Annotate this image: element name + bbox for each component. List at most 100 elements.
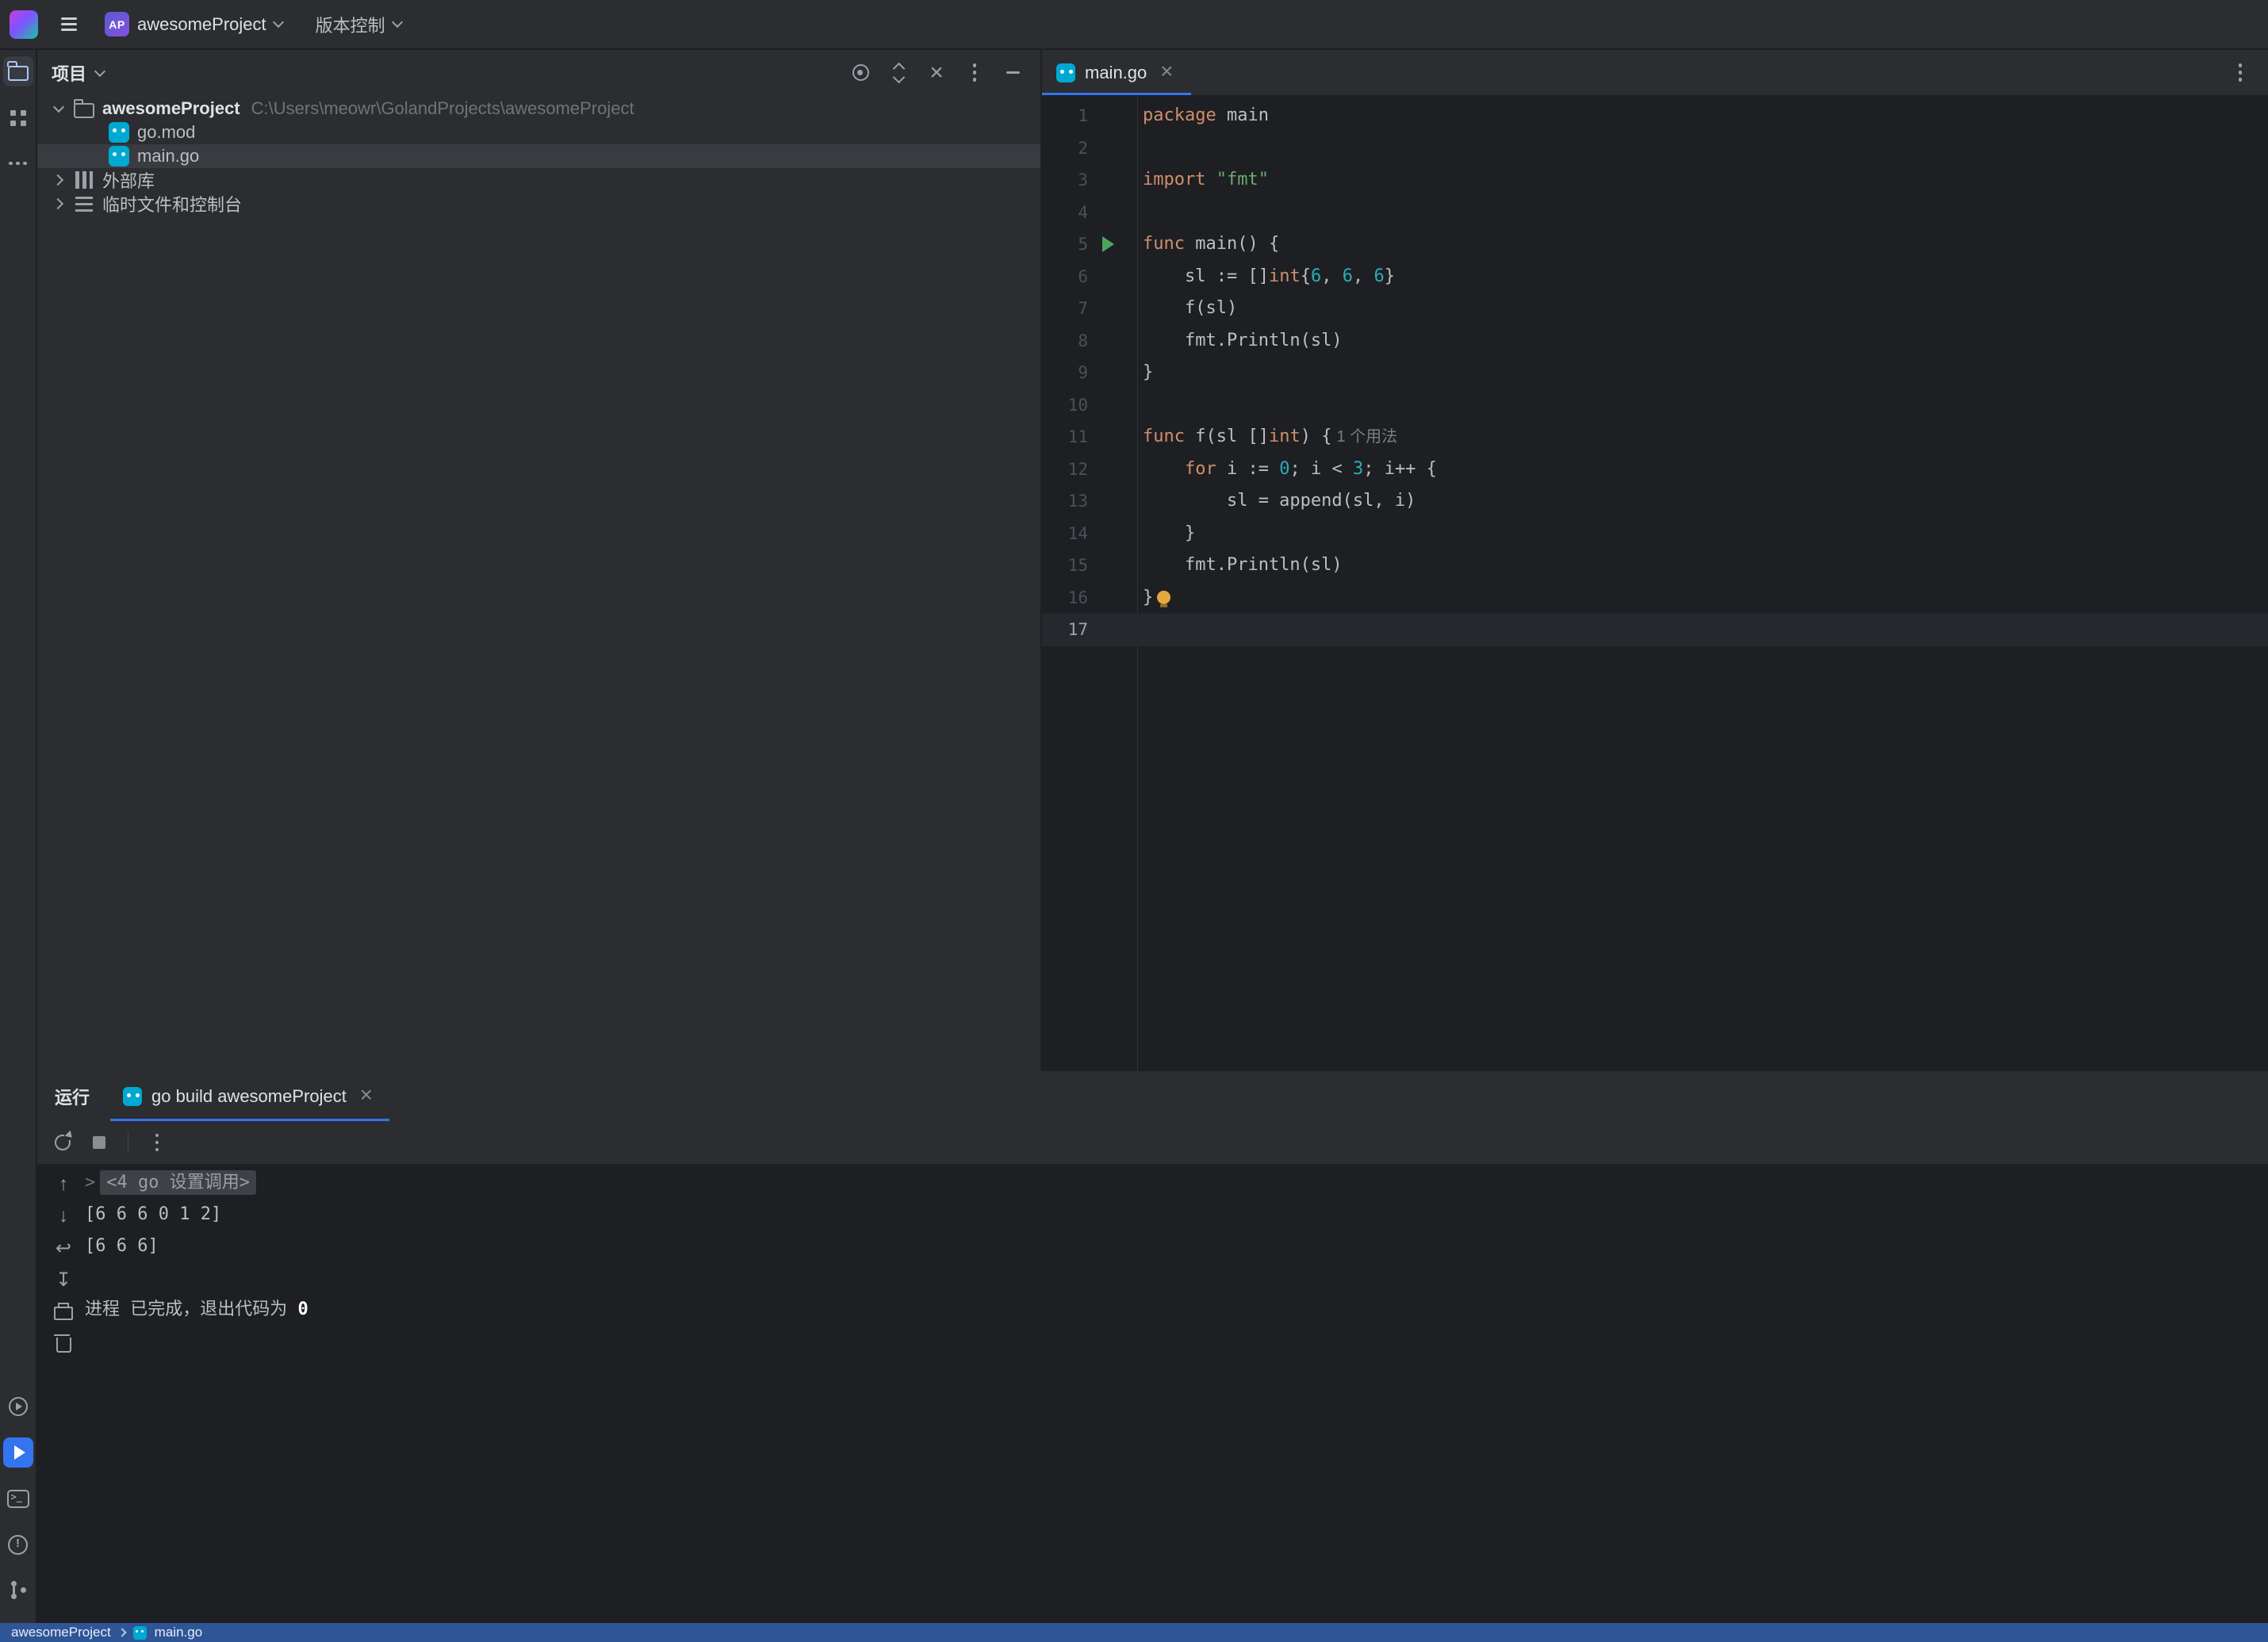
up-button[interactable] — [49, 1170, 78, 1199]
line-number[interactable]: 16 — [1042, 582, 1088, 614]
code-line: 14 } — [1042, 518, 2268, 550]
gutter-cell — [1088, 549, 1137, 582]
run-tool-button[interactable] — [3, 1437, 33, 1468]
project-panel-header-icons — [847, 59, 1026, 86]
close-icon[interactable] — [356, 1086, 377, 1107]
project-badge[interactable]: AP — [105, 12, 129, 36]
close-icon[interactable] — [1156, 63, 1177, 83]
code-text: } — [1137, 582, 1170, 614]
line-number[interactable]: 1 — [1042, 100, 1088, 132]
code-line: 8 fmt.Println(sl) — [1042, 325, 2268, 358]
chevron-down-icon[interactable] — [48, 106, 69, 111]
code-text: func main() { — [1137, 228, 1279, 261]
line-number[interactable]: 8 — [1042, 325, 1088, 358]
go-file-icon — [1056, 63, 1075, 82]
run-toolbar — [37, 1121, 2268, 1164]
stop-icon — [93, 1136, 105, 1149]
line-number[interactable]: 9 — [1042, 357, 1088, 389]
version-control-icon — [10, 1581, 27, 1600]
hide-button[interactable] — [999, 59, 1026, 86]
intention-bulb-icon[interactable] — [1157, 591, 1170, 604]
line-number[interactable]: 10 — [1042, 389, 1088, 422]
line-number[interactable]: 5 — [1042, 228, 1088, 261]
more-options-button[interactable] — [143, 1128, 171, 1157]
tree-item[interactable]: 外部库 — [37, 168, 1040, 192]
print-button[interactable] — [49, 1297, 78, 1326]
down-button[interactable] — [49, 1202, 78, 1231]
chevron-right-icon[interactable] — [48, 200, 69, 208]
code-text — [1137, 614, 1143, 646]
code-text: sl = append(sl, i) — [1137, 485, 1416, 518]
console-output[interactable]: ><4 go 设置调用>[6 6 6 0 1 2][6 6 6]进程 已完成，退… — [85, 1167, 2268, 1623]
line-number[interactable]: 11 — [1042, 421, 1088, 454]
run-panel-title[interactable]: 运行 — [37, 1071, 110, 1121]
services-tool-button[interactable] — [3, 1391, 33, 1422]
library-glyph — [75, 171, 93, 189]
more-options-button[interactable] — [961, 59, 988, 86]
hamburger-icon — [61, 23, 77, 25]
run-tab-go-build[interactable]: go build awesomeProject — [110, 1071, 389, 1121]
code-line: 6 sl := []int{6, 6, 6} — [1042, 261, 2268, 293]
line-number[interactable]: 15 — [1042, 549, 1088, 582]
run-gutter-icon[interactable] — [1102, 236, 1114, 252]
console-line: [6 6 6] — [85, 1231, 2268, 1262]
editor-pane: main.go 1package main23import "fmt"45fun… — [1042, 50, 2268, 1071]
breadcrumb-project[interactable]: awesomeProject — [11, 1625, 111, 1640]
tree-item-label: 临时文件和控制台 — [102, 191, 242, 216]
tree-item-label: main.go — [137, 146, 199, 166]
terminal-tool-button[interactable] — [3, 1483, 33, 1514]
tree-item[interactable]: go.mod — [37, 121, 1040, 144]
structure-tool-button[interactable] — [3, 102, 33, 132]
editor-code: 1package main23import "fmt"45func main()… — [1042, 100, 2268, 646]
line-number[interactable]: 13 — [1042, 485, 1088, 518]
line-number[interactable]: 17 — [1042, 614, 1088, 646]
scroll-to-end-button[interactable] — [49, 1265, 78, 1294]
line-number[interactable]: 7 — [1042, 293, 1088, 325]
more-tool-windows-tool-button[interactable] — [3, 148, 33, 178]
chevron-right-icon[interactable] — [48, 176, 69, 184]
project-panel-title[interactable]: 项目 — [52, 60, 86, 86]
editor-options-button[interactable] — [2227, 59, 2254, 86]
editor-body[interactable]: 1package main23import "fmt"45func main()… — [1042, 96, 2268, 1071]
gutter-cell — [1088, 357, 1137, 389]
gutter-cell — [1088, 293, 1137, 325]
rerun-button[interactable] — [48, 1128, 77, 1157]
breadcrumb-file[interactable]: main.go — [155, 1625, 202, 1640]
library-icon — [72, 171, 96, 189]
console-toolbar — [45, 1170, 82, 1361]
project-selector[interactable]: awesomeProject — [129, 8, 290, 41]
chevron-down-icon[interactable] — [94, 65, 105, 76]
more-options-icon — [973, 71, 977, 75]
select-opened-file-button[interactable] — [847, 59, 874, 86]
clear-button[interactable] — [49, 1329, 78, 1357]
line-number[interactable]: 4 — [1042, 197, 1088, 229]
project-tool-button[interactable] — [3, 56, 33, 86]
line-number[interactable]: 3 — [1042, 164, 1088, 197]
tree-item[interactable]: 临时文件和控制台 — [37, 192, 1040, 216]
kebab-icon — [2239, 71, 2243, 75]
soft-wrap-button[interactable] — [49, 1234, 78, 1262]
expand-all-button[interactable] — [885, 59, 912, 86]
tree-item[interactable]: awesomeProjectC:\Users\meowr\GolandProje… — [37, 97, 1040, 121]
expand-all-icon — [889, 63, 908, 83]
line-number[interactable]: 6 — [1042, 261, 1088, 293]
print-icon — [54, 1307, 73, 1320]
editor-tab-bar: main.go — [1042, 50, 2268, 96]
main-menu-button[interactable] — [54, 10, 84, 40]
run-console: ><4 go 设置调用>[6 6 6 0 1 2][6 6 6]进程 已完成，退… — [37, 1164, 2268, 1623]
code-line: 5 func main() { — [1042, 228, 2268, 261]
problems-tool-button[interactable] — [3, 1529, 33, 1560]
code-line: 1package main — [1042, 100, 2268, 132]
terminal-icon — [7, 1490, 29, 1508]
gutter-cell — [1088, 261, 1137, 293]
vcs-widget[interactable]: 版本控制 — [308, 8, 409, 41]
stop-button[interactable] — [85, 1128, 113, 1157]
collapse-all-button[interactable] — [923, 59, 950, 86]
editor-tab-label: main.go — [1085, 63, 1147, 83]
editor-tab-main-go[interactable]: main.go — [1042, 50, 1191, 95]
line-number[interactable]: 14 — [1042, 518, 1088, 550]
line-number[interactable]: 12 — [1042, 454, 1088, 486]
tree-item[interactable]: main.go — [37, 144, 1040, 168]
version-control-tool-button[interactable] — [3, 1575, 33, 1606]
line-number[interactable]: 2 — [1042, 132, 1088, 165]
